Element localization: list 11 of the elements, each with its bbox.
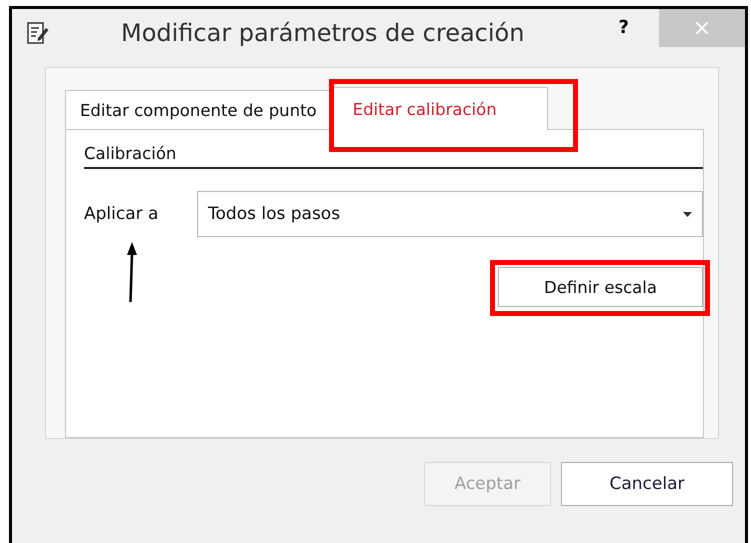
dropdown-caret-icon (683, 212, 692, 216)
section-title: Calibración (84, 144, 703, 169)
apply-dropdown[interactable]: Todos los pasos (197, 191, 703, 237)
edit-document-icon (27, 21, 49, 45)
cancel-button[interactable]: Cancelar (561, 462, 733, 506)
apply-label: Aplicar a (84, 204, 160, 224)
window-title: Modificar parámetros de creación (121, 19, 526, 47)
define-scale-button[interactable]: Definir escala (498, 267, 703, 307)
tab[interactable]: Editar componente de punto (65, 90, 332, 130)
help-button[interactable]: ? (618, 17, 629, 38)
tab[interactable]: Editar calibración (332, 87, 548, 130)
